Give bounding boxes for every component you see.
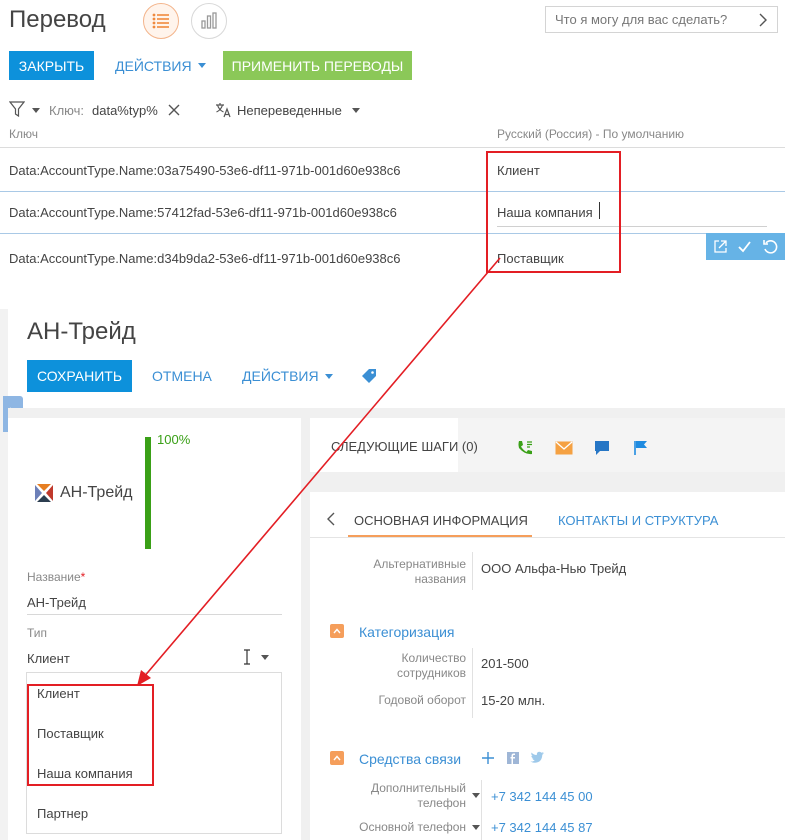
extra-phone-value[interactable]: +7 342 144 45 00 <box>491 789 593 804</box>
call-icon[interactable] <box>516 439 534 457</box>
check-icon[interactable] <box>737 239 752 254</box>
company-logo-icon <box>35 484 53 502</box>
open-card-icon[interactable] <box>713 239 728 254</box>
type-dropdown-caret-icon[interactable] <box>261 655 269 660</box>
page-title: Перевод <box>9 6 106 33</box>
tabs-back-chevron-icon[interactable] <box>327 512 335 526</box>
add-icon[interactable] <box>481 751 495 765</box>
name-field-value[interactable]: АН-Трейд <box>27 595 86 610</box>
command-search-input[interactable] <box>546 7 746 32</box>
actions-menu-button[interactable]: Действия <box>115 51 206 80</box>
next-steps-tab[interactable]: Следующие шаги (0) <box>331 439 478 454</box>
name-label-text: Название <box>27 570 81 584</box>
cancel-button[interactable]: Отмена <box>152 360 212 392</box>
status-filter-label[interactable]: Непереведенные <box>237 103 342 118</box>
filter-key-value: data%typ% <box>92 103 158 118</box>
twitter-icon[interactable] <box>530 751 545 764</box>
employees-label: Количество сотрудников <box>397 651 466 680</box>
tab-contacts-structure[interactable]: Контакты и структура <box>558 513 718 528</box>
row-divider <box>0 147 785 148</box>
tabs-divider <box>310 537 785 538</box>
revenue-value[interactable]: 15-20 млн. <box>481 693 545 708</box>
highlight-dropdown-values <box>27 684 154 786</box>
account-logo: АН-Трейд <box>33 482 133 504</box>
chat-icon[interactable] <box>594 440 610 456</box>
apply-translations-button[interactable]: Применить переводы <box>223 51 412 80</box>
account-title: АН-Трейд <box>27 318 136 345</box>
translate-icon <box>216 103 231 118</box>
caret-down-icon <box>324 373 333 379</box>
categorization-toggle[interactable] <box>330 624 344 638</box>
completeness-bar <box>145 437 151 549</box>
left-edge-strip <box>0 309 8 840</box>
extra-phone-caret-icon[interactable] <box>472 793 480 798</box>
logo-text: АН-Трейд <box>60 484 133 501</box>
field-divider <box>481 780 482 840</box>
dropdown-option-partner[interactable]: Партнер <box>37 806 88 821</box>
undo-icon[interactable] <box>762 239 778 255</box>
tag-icon[interactable] <box>361 368 377 384</box>
caret-down-icon <box>197 63 206 68</box>
employees-value[interactable]: 201-500 <box>481 656 529 671</box>
list-icon <box>152 13 169 29</box>
completeness-value: 100% <box>157 432 191 447</box>
row-key-1[interactable]: Data:AccountType.Name:03a75490-53e6-df11… <box>9 163 401 178</box>
extra-phone-label[interactable]: Дополнительный телефон <box>331 781 466 811</box>
actions-label: Действия <box>115 57 192 74</box>
tab-main-info[interactable]: Основная информация <box>354 513 528 528</box>
key-column-header[interactable]: Ключ <box>9 127 38 141</box>
communications-title[interactable]: Средства связи <box>359 751 461 767</box>
filter-caret-icon[interactable] <box>32 108 40 113</box>
name-field-underline <box>27 614 282 615</box>
command-search[interactable] <box>545 6 778 33</box>
required-asterisk: * <box>80 570 86 584</box>
field-divider <box>472 552 473 590</box>
name-field-label: Название* <box>27 570 85 584</box>
row-key-2[interactable]: Data:AccountType.Name:57412fad-53e6-df11… <box>9 205 397 220</box>
communications-toggle[interactable] <box>330 751 344 765</box>
close-button[interactable]: Закрыть <box>9 51 94 80</box>
bar-chart-icon <box>201 12 217 29</box>
categorization-title[interactable]: Категоризация <box>359 624 455 640</box>
value-column-header[interactable]: Русский (Россия) - По умолчанию <box>497 127 684 141</box>
card-actions-button[interactable]: Действия <box>242 360 333 392</box>
alt-names-value[interactable]: ООО Альфа-Нью Трейд <box>481 561 626 576</box>
main-phone-value[interactable]: +7 342 144 45 87 <box>491 820 593 835</box>
field-divider <box>472 648 473 718</box>
chevron-up-icon <box>333 755 341 761</box>
chevron-up-icon <box>333 628 341 634</box>
type-field-label: Тип <box>27 626 48 640</box>
card-actions-label: Действия <box>242 368 319 384</box>
filter-icon[interactable] <box>9 101 25 117</box>
status-caret-icon[interactable] <box>352 108 360 113</box>
clear-filter-icon[interactable] <box>168 104 180 116</box>
filter-key-label: Ключ: <box>49 103 85 118</box>
facebook-icon[interactable] <box>507 752 519 764</box>
highlight-translation-values <box>486 151 621 273</box>
row-divider <box>0 191 785 192</box>
email-icon[interactable] <box>555 441 573 455</box>
alt-names-label: Альтернативные названия <box>373 557 466 586</box>
cancel-label: Отмена <box>152 368 212 384</box>
save-button[interactable]: Сохранить <box>27 360 132 392</box>
main-phone-label[interactable]: Основной телефон <box>331 820 466 835</box>
text-cursor-icon <box>244 649 250 665</box>
analytics-view-button[interactable] <box>191 3 227 39</box>
row-key-3[interactable]: Data:AccountType.Name:d34b9da2-53e6-df11… <box>9 251 401 266</box>
main-phone-caret-icon[interactable] <box>472 825 480 830</box>
type-field-value[interactable]: Клиент <box>27 651 70 666</box>
revenue-label: Годовой оборот <box>378 693 466 707</box>
list-view-button[interactable] <box>143 3 179 39</box>
row-edit-actions <box>706 233 785 260</box>
flag-icon[interactable] <box>634 440 648 456</box>
chevron-right-icon[interactable] <box>758 11 768 29</box>
